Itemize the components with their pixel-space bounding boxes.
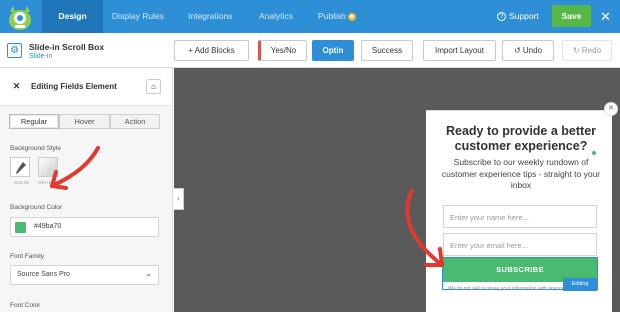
tab-publish[interactable]: Publish ◆ (318, 0, 356, 33)
email-placeholder: Enter your email here... (450, 241, 528, 250)
preview-close-icon[interactable]: ✕ (604, 102, 618, 116)
gradient-caption: GRADIENT (38, 180, 64, 185)
font-family-select[interactable]: Source Sans Pro ⌄ (10, 265, 159, 285)
home-icon[interactable]: ⌂ (146, 79, 161, 94)
background-color-value: #49ba70 (34, 223, 62, 230)
tab-analytics[interactable]: Analytics (259, 0, 293, 33)
sidebar-title: Editing Fields Element (31, 82, 117, 91)
email-field[interactable]: Enter your email here... (443, 233, 597, 256)
collapse-sidebar-icon[interactable]: ‹ (174, 188, 184, 210)
preview-headline[interactable]: Ready to provide a better customer exper… (432, 124, 610, 154)
help-circle-icon: ? (497, 12, 506, 22)
campaign-name: Slide-in Scroll Box (29, 42, 105, 52)
tab-regular[interactable]: Regular (9, 114, 59, 129)
support-link[interactable]: ? Support (497, 0, 539, 33)
gradient-style-option[interactable] (38, 157, 58, 177)
background-color-label: Background Color (10, 204, 63, 211)
yes-no-view-button[interactable]: Yes/No (258, 40, 307, 61)
tab-action[interactable]: Action (110, 114, 160, 129)
tab-display-rules[interactable]: Display Rules (112, 0, 164, 33)
close-panel-icon[interactable]: ✕ (10, 80, 23, 93)
editing-badge: Editing (563, 278, 597, 291)
add-blocks-button[interactable]: + Add Blocks (174, 40, 249, 61)
name-placeholder: Enter your name here... (450, 213, 529, 222)
color-swatch[interactable] (15, 222, 26, 233)
save-button[interactable]: Save (552, 5, 591, 27)
support-label: Support (509, 11, 539, 21)
element-settings-sidebar: ✕ Editing Fields Element ⌂ Regular Hover… (0, 68, 173, 312)
builder-toolbar: ⚙ Slide-in Scroll Box Slide-in + Add Blo… (0, 33, 620, 68)
redo-button[interactable]: ↻ Redo (562, 40, 612, 61)
preview-subtitle[interactable]: Subscribe to our weekly rundown of custo… (437, 157, 605, 192)
privacy-text: We do not sell or share your information… (448, 286, 564, 292)
font-family-value: Source Sans Pro (17, 271, 70, 278)
font-color-label: Font Color (10, 302, 41, 309)
success-view-button[interactable]: Success (361, 40, 413, 61)
undo-button[interactable]: ↺ Undo (502, 40, 554, 61)
optin-view-button[interactable]: Optin (312, 40, 354, 61)
close-icon[interactable]: ✕ (600, 0, 611, 33)
name-field[interactable]: Enter your name here... (443, 205, 597, 228)
gear-icon[interactable]: ⚙ (7, 43, 22, 58)
import-layout-button[interactable]: Import Layout (423, 40, 496, 61)
campaign-type: Slide-in (29, 53, 53, 60)
publish-status-icon: ◆ (347, 12, 356, 21)
status-dot-icon (592, 151, 596, 155)
background-style-label: Background Style (10, 145, 61, 152)
sidebar-header: ✕ Editing Fields Element ⌂ (0, 68, 172, 106)
paint-brush-icon (16, 162, 26, 174)
background-color-field[interactable]: #49ba70 (10, 217, 159, 237)
solid-caption: SOLID (14, 180, 30, 185)
optinmonster-logo-icon (9, 6, 31, 30)
chevron-down-icon: ⌄ (145, 269, 152, 278)
tab-design[interactable]: Design (42, 0, 103, 33)
font-family-label: Font Family (10, 253, 44, 260)
tab-publish-label: Publish (318, 11, 346, 21)
tab-integrations[interactable]: Integrations (188, 0, 232, 33)
solid-style-option[interactable] (10, 157, 30, 177)
tab-hover[interactable]: Hover (59, 114, 110, 129)
top-navigation-bar: Design Display Rules Integrations Analyt… (0, 0, 620, 33)
